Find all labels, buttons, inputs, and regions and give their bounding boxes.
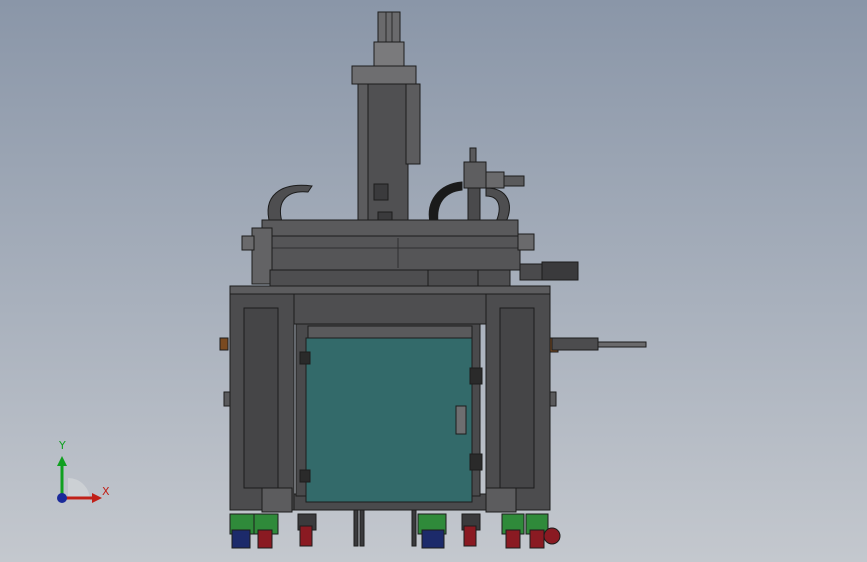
left-cable-hook [267,184,313,225]
door-handle[interactable] [455,405,467,435]
cable-chain [428,181,463,223]
y-axis-label: Y [59,439,66,452]
3d-viewport[interactable]: Y X [0,0,867,562]
horizontal-beam [241,219,535,289]
casters [229,513,561,549]
x-axis-label: X [102,485,110,498]
machine-model[interactable] [0,0,867,562]
triad-graphic [57,456,102,503]
cabinet-door[interactable] [295,323,483,503]
side-rod [551,337,647,351]
servo-motor [519,261,579,281]
axis-triad: Y X [40,436,120,516]
right-drive-assembly [463,147,525,223]
